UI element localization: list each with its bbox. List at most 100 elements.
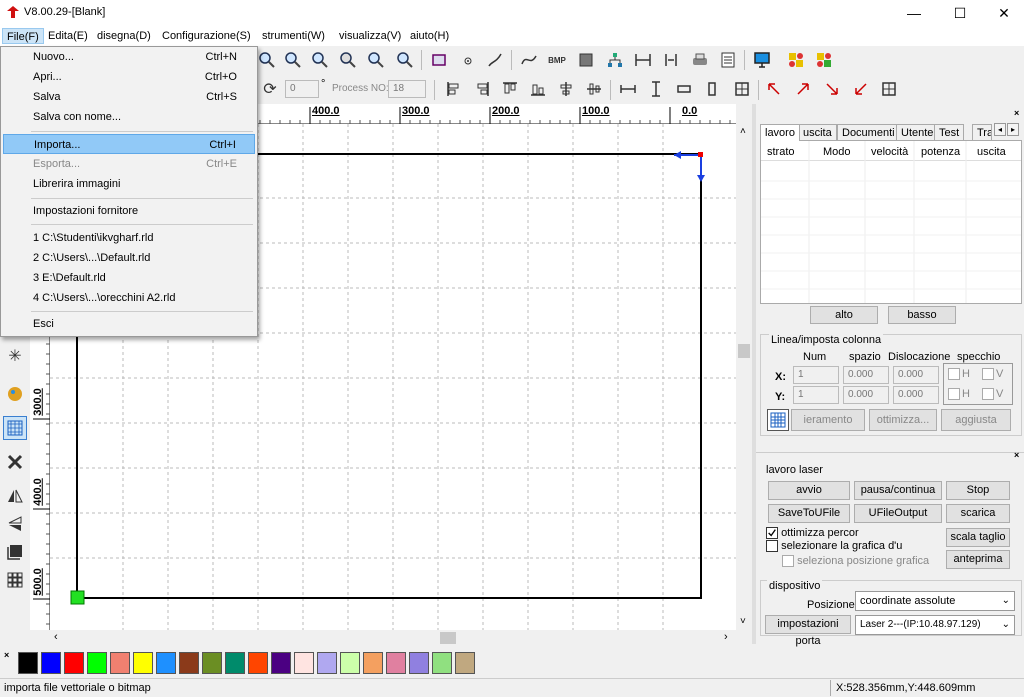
virtual-array-button[interactable]: ieramento virtu [791, 409, 865, 431]
update-button[interactable]: aggiusta [941, 409, 1011, 431]
color-swatch[interactable] [340, 652, 360, 674]
scroll-thumb-h[interactable] [440, 632, 456, 644]
menu-item-import[interactable]: Importa... Ctrl+I [3, 134, 255, 154]
edit-node-icon[interactable] [483, 48, 507, 72]
align-top-icon[interactable] [498, 77, 522, 101]
color-swatch[interactable] [41, 652, 61, 674]
laser-panel-close-icon[interactable]: × [1014, 450, 1019, 460]
tab-tra[interactable]: Tra [972, 124, 992, 141]
palette-tool-icon[interactable] [3, 382, 27, 406]
color-swatch[interactable] [110, 652, 130, 674]
mirror-yv-checkbox[interactable] [982, 388, 994, 401]
y-space-input[interactable]: 0.000 [843, 386, 889, 404]
mirror-v-icon[interactable] [3, 512, 27, 536]
menu-item-save-as[interactable]: Salva con nome... [3, 107, 255, 127]
color-swatch[interactable] [87, 652, 107, 674]
arrow-top-right-icon[interactable] [791, 77, 815, 101]
zoom-all-icon[interactable] [364, 48, 388, 72]
tab-next-icon[interactable]: ▸ [1007, 123, 1019, 136]
tab-utente[interactable]: Utente [896, 124, 939, 141]
maximize-button[interactable]: ☐ [938, 0, 982, 26]
close-button[interactable]: ✕ [982, 0, 1024, 26]
monitor-icon[interactable] [750, 48, 774, 72]
menu-draw[interactable]: disegna(D) [93, 28, 155, 44]
align-bottom-icon[interactable] [526, 77, 550, 101]
port-settings-button[interactable]: impostazioni porta [765, 615, 851, 647]
menu-item-recent-3[interactable]: 3 E:\Default.rld [3, 268, 255, 288]
menu-item-new[interactable]: Nuovo... Ctrl+N [3, 47, 255, 67]
menu-file[interactable]: File(F) [2, 28, 44, 44]
tree-icon[interactable] [603, 48, 627, 72]
list-icon[interactable] [716, 48, 740, 72]
color-swatch[interactable] [179, 652, 199, 674]
delete-icon[interactable] [3, 450, 27, 474]
laser-select[interactable]: Laser 2---(IP:10.48.97.129) ⌄ [855, 615, 1015, 635]
save-to-ufile-button[interactable]: SaveToUFile [768, 504, 850, 523]
opt-path-option[interactable]: ottimizza percor [766, 527, 859, 541]
arrow-bottom-left-icon[interactable] [849, 77, 873, 101]
align-left-icon[interactable] [442, 77, 466, 101]
zoom-fit-icon[interactable] [393, 48, 417, 72]
scroll-up-icon[interactable]: ˄ [740, 126, 746, 137]
color-swatch[interactable] [202, 652, 222, 674]
star-icon[interactable]: ✳ [3, 344, 27, 368]
palette-close-icon[interactable]: × [4, 650, 9, 660]
scroll-right-icon[interactable]: › [724, 631, 728, 643]
color-swatch[interactable] [363, 652, 383, 674]
same-size-h-icon[interactable] [672, 77, 696, 101]
position-select[interactable]: coordinate assolute ⌄ [855, 591, 1015, 611]
optimize-button[interactable]: ottimizza... [869, 409, 937, 431]
scroll-down-icon[interactable]: ˅ [740, 616, 746, 627]
mirror-xh-checkbox[interactable] [948, 368, 960, 381]
menu-edit[interactable]: Edita(E) [44, 28, 92, 44]
x-disloc-input[interactable]: 0.000 [893, 366, 939, 384]
fill-rect-icon[interactable] [574, 48, 598, 72]
select-graphic-checkbox[interactable] [766, 540, 778, 553]
scroll-left-icon[interactable]: ‹ [54, 631, 58, 643]
x-space-input[interactable]: 0.000 [843, 366, 889, 384]
menu-config[interactable]: Configurazione(S) [158, 28, 255, 44]
layer-down-button[interactable]: basso [888, 306, 956, 324]
layer-table[interactable]: strato Modo velocità potenza uscita [760, 140, 1022, 304]
grid-color2-icon[interactable] [812, 48, 836, 72]
color-swatch[interactable] [133, 652, 153, 674]
bitmap-icon[interactable]: BMP [545, 48, 569, 72]
vertical-scrollbar[interactable]: ˄ ˅ [736, 124, 752, 630]
mirror-xv-checkbox[interactable] [982, 368, 994, 381]
rotate-icon[interactable]: ⟳ [258, 77, 282, 101]
same-size-v-icon[interactable] [700, 77, 724, 101]
menu-item-exit[interactable]: Esci [3, 314, 255, 334]
color-swatch[interactable] [294, 652, 314, 674]
curve-icon[interactable] [517, 48, 541, 72]
same-height-icon[interactable] [644, 77, 668, 101]
panel-close-icon[interactable]: × [1014, 108, 1019, 118]
color-swatch[interactable] [156, 652, 176, 674]
point-icon[interactable] [455, 48, 479, 72]
y-disloc-input[interactable]: 0.000 [893, 386, 939, 404]
ufile-output-button[interactable]: UFileOutput [854, 504, 942, 523]
stop-button[interactable]: Stop [946, 481, 1010, 500]
color-swatch[interactable] [432, 652, 452, 674]
horizontal-scrollbar[interactable]: ‹ › [50, 630, 736, 646]
angle-input[interactable]: 0 [285, 80, 319, 98]
tab-prev-icon[interactable]: ◂ [994, 123, 1006, 136]
center-v-icon[interactable] [582, 77, 606, 101]
color-swatch[interactable] [64, 652, 84, 674]
arrow-bottom-right-icon[interactable] [820, 77, 844, 101]
start-button[interactable]: avvio [768, 481, 850, 500]
menu-item-recent-2[interactable]: 2 C:\Users\...\Default.rld [3, 248, 255, 268]
color-swatch[interactable] [409, 652, 429, 674]
array-icon[interactable] [3, 416, 27, 440]
pause-button[interactable]: pausa/continua [854, 481, 942, 500]
zoom-select-icon[interactable] [336, 48, 360, 72]
opt-path-checkbox[interactable] [766, 527, 778, 540]
color-swatch[interactable] [271, 652, 291, 674]
menu-item-open[interactable]: Apri... Ctrl+O [3, 67, 255, 87]
rectangle-icon[interactable] [427, 48, 451, 72]
mirror-h-icon[interactable] [3, 484, 27, 508]
same-width-icon[interactable] [616, 77, 640, 101]
menu-view[interactable]: visualizza(V) [335, 28, 405, 44]
select-graphic-option[interactable]: selezionare la grafica d'u [766, 540, 902, 554]
preview-button[interactable]: anteprima [946, 550, 1010, 569]
menu-item-recent-4[interactable]: 4 C:\Users\...\orecchini A2.rld [3, 288, 255, 308]
